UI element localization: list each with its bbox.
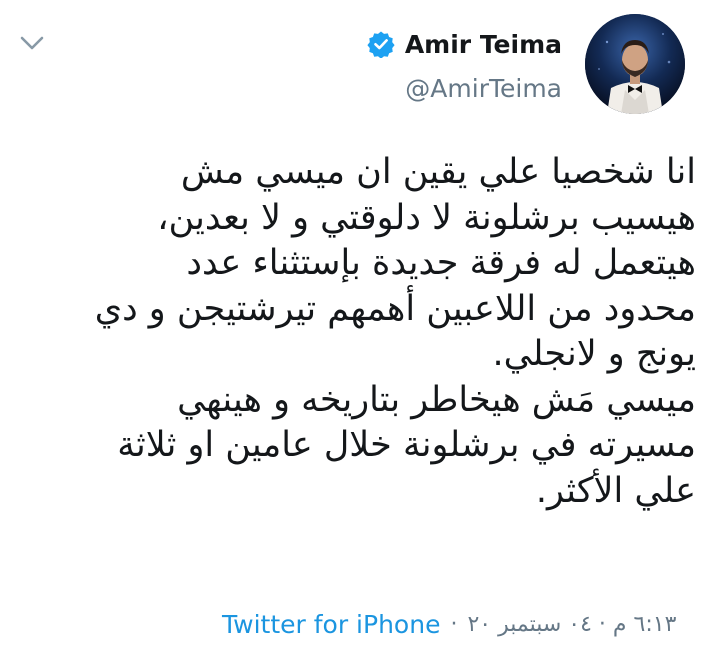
tweet-text: انا شخصيا علي يقين ان ميسي مش هيسيب برشل… (30, 150, 696, 514)
user-handle[interactable]: @AmirTeima (405, 74, 562, 103)
user-name-row[interactable]: Amir Teima (367, 24, 562, 64)
chevron-down-icon[interactable] (16, 30, 48, 56)
tweet-line: محدود من اللاعبين أهمهم تيرشتيجن و دي (94, 288, 696, 329)
source-link[interactable]: Twitter for iPhone (222, 610, 440, 639)
tweet-line: مسيرته في برشلونة خلال عامين او ثلاثة (117, 425, 696, 465)
avatar[interactable] (585, 14, 685, 114)
tweet-line: انا شخصيا علي يقين ان ميسي مش (180, 152, 696, 192)
tweet-line: علي الأكثر. (535, 470, 696, 511)
display-name[interactable]: Amir Teima (405, 30, 562, 59)
verified-badge-icon (367, 31, 395, 58)
avatar-portrait (585, 14, 685, 114)
tweet-timestamp[interactable]: ٦:١٣ م · ٠٤ سبتمبر ٢٠ (467, 612, 676, 637)
tweet-line: هيتعمل له فرقة جديدة بإستثناء عدد (186, 243, 696, 283)
tweet-line: يونج و لانجلي. (492, 334, 697, 374)
tweet-meta: Twitter for iPhone · ٦:١٣ م · ٠٤ سبتمبر … (222, 604, 676, 644)
meta-separator: · (450, 611, 458, 637)
tweet-line: هيسيب برشلونة لا دلوقتي و لا بعدين، (157, 197, 696, 238)
tweet-card: Amir Teima @AmirTeima انا شخصيا علي يقين… (0, 0, 720, 647)
tweet-line: ميسي مَش هيخاطر بتاريخه و هينهي (177, 379, 696, 420)
